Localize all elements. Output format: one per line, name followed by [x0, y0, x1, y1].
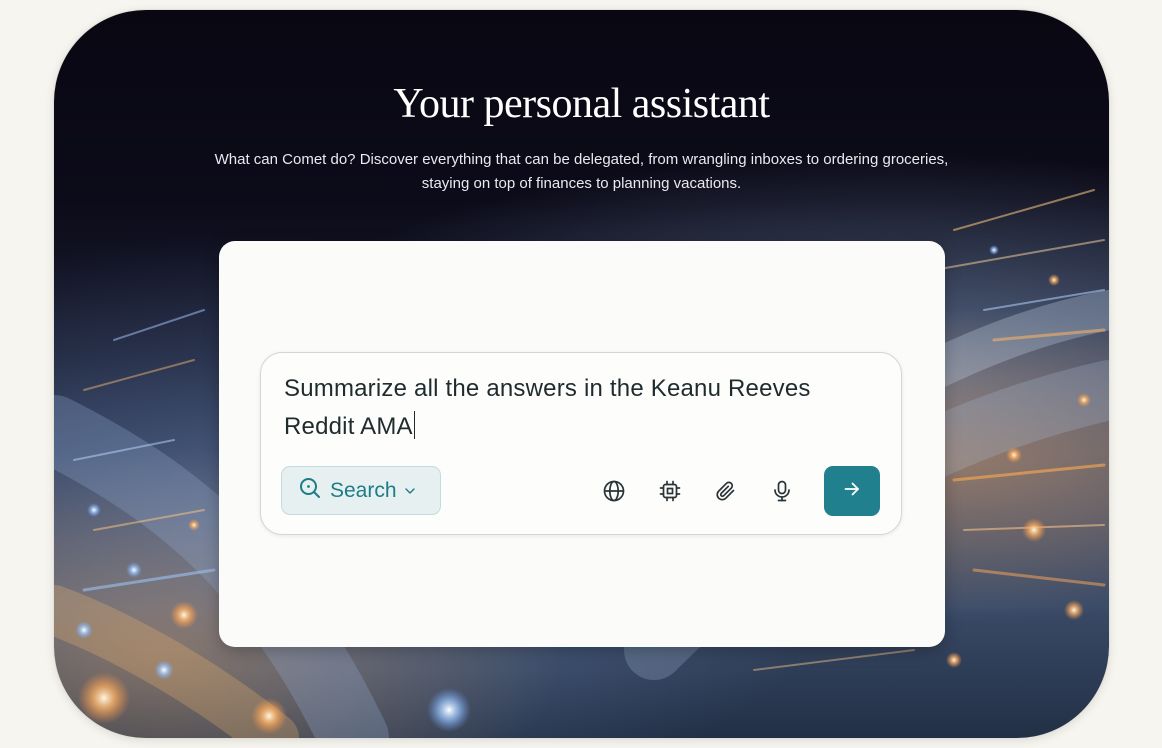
prompt-text: Summarize all the answers in the Keanu R… — [284, 375, 811, 440]
assistant-panel: Summarize all the answers in the Keanu R… — [219, 241, 945, 647]
globe-icon[interactable] — [601, 478, 627, 504]
chevron-down-icon — [403, 484, 417, 498]
cpu-chip-icon[interactable] — [657, 478, 683, 504]
page-title: Your personal assistant — [393, 81, 770, 127]
submit-button[interactable] — [824, 466, 880, 516]
paperclip-icon[interactable] — [713, 478, 739, 504]
page-subtitle: What can Comet do? Discover everything t… — [214, 151, 949, 192]
microphone-icon[interactable] — [769, 478, 795, 504]
prompt-box[interactable]: Summarize all the answers in the Keanu R… — [260, 352, 902, 535]
text-caret — [413, 411, 415, 439]
search-mode-button[interactable]: Search — [281, 466, 441, 515]
prompt-input[interactable]: Summarize all the answers in the Keanu R… — [284, 370, 874, 446]
search-mode-label: Search — [330, 478, 397, 502]
arrow-right-icon — [842, 479, 862, 504]
search-mode-icon — [299, 477, 321, 504]
